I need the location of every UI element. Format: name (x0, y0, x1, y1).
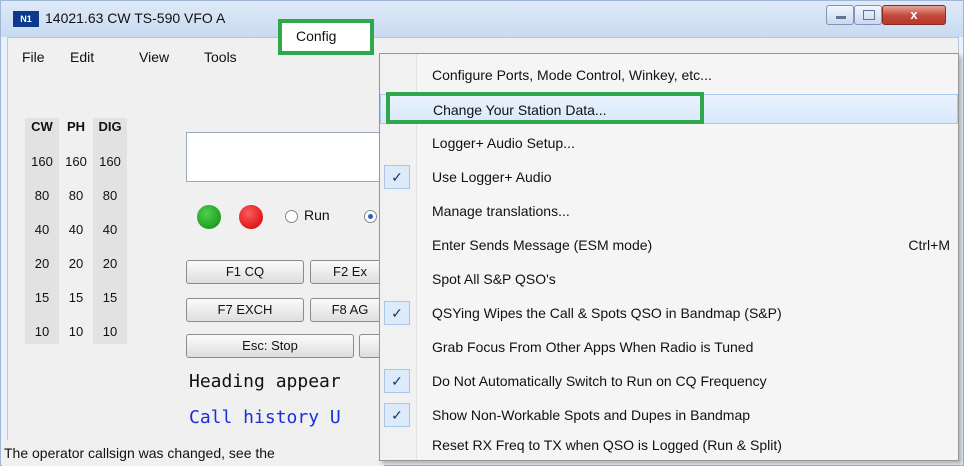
minimize-button[interactable] (826, 5, 854, 25)
menu-item-label: Change Your Station Data... (433, 102, 607, 118)
run-radio[interactable] (285, 210, 298, 223)
maximize-button[interactable] (854, 5, 882, 25)
heading-info-line: Heading appear (189, 371, 341, 392)
band-header-dig: DIG (98, 119, 122, 134)
band-cell[interactable]: 10 (59, 324, 93, 339)
config-dropdown-menu: Configure Ports, Mode Control, Winkey, e… (379, 53, 959, 461)
run-indicator-icon (197, 205, 221, 229)
menu-item-label: Configure Ports, Mode Control, Winkey, e… (432, 67, 712, 83)
checkmark-icon: ✓ (384, 165, 410, 189)
title-bar[interactable]: N1 14021.63 CW TS-590 VFO A x (1, 1, 963, 37)
f2-exch-button[interactable]: F2 Ex (310, 260, 390, 284)
menu-config-label: Config (296, 28, 337, 44)
menu-item-configure-ports[interactable]: Configure Ports, Mode Control, Winkey, e… (380, 60, 958, 90)
menu-item-change-station-data[interactable]: Change Your Station Data... (380, 94, 958, 124)
band-cell[interactable]: 80 (59, 188, 93, 203)
app-logo-icon: N1 (13, 11, 39, 27)
checkmark-icon: ✓ (384, 369, 410, 393)
band-header-ph: PH (66, 119, 86, 134)
menu-item-audio-setup[interactable]: Logger+ Audio Setup... (380, 128, 958, 158)
menu-item-use-audio[interactable]: ✓ Use Logger+ Audio (380, 162, 958, 192)
band-cell[interactable]: 10 (25, 324, 59, 339)
menu-item-label: Reset RX Freq to TX when QSO is Logged (… (432, 437, 782, 453)
esc-stop-button[interactable]: Esc: Stop (186, 334, 354, 358)
band-cell[interactable]: 40 (93, 222, 127, 237)
status-bar: The operator callsign was changed, see t… (2, 440, 384, 466)
band-cell[interactable]: 15 (93, 290, 127, 305)
band-cell[interactable]: 160 (93, 154, 127, 169)
menu-item-label: Logger+ Audio Setup... (432, 135, 575, 151)
stop-indicator-icon (239, 205, 263, 229)
menu-item-label: Do Not Automatically Switch to Run on CQ… (432, 373, 767, 389)
f1-cq-button[interactable]: F1 CQ (186, 260, 304, 284)
band-cell[interactable]: 80 (25, 188, 59, 203)
menu-file[interactable]: File (22, 49, 45, 65)
checkmark-icon: ✓ (384, 403, 410, 427)
band-cell[interactable]: 40 (59, 222, 93, 237)
band-cell[interactable]: 80 (93, 188, 127, 203)
callsign-entry[interactable] (186, 132, 382, 182)
menu-item-manage-translations[interactable]: Manage translations... (380, 196, 958, 226)
menu-item-spot-all-sp[interactable]: Spot All S&P QSO's (380, 264, 958, 294)
main-window: N1 14021.63 CW TS-590 VFO A x File Edit … (0, 0, 964, 466)
band-table: CW PH DIG 160 160 160 80 80 80 40 40 40 … (25, 118, 165, 348)
menu-item-esm-mode[interactable]: Enter Sends Message (ESM mode) Ctrl+M (380, 230, 958, 260)
menu-item-qsy-wipes-call[interactable]: ✓ QSYing Wipes the Call & Spots QSO in B… (380, 298, 958, 328)
f8-again-button[interactable]: F8 AG (310, 298, 390, 322)
menu-item-label: Manage translations... (432, 203, 570, 219)
menu-item-label: Grab Focus From Other Apps When Radio is… (432, 339, 754, 355)
menu-item-label: Enter Sends Message (ESM mode) (432, 237, 653, 253)
menu-item-shortcut: Ctrl+M (908, 237, 950, 253)
band-cell[interactable]: 160 (25, 154, 59, 169)
band-cell[interactable]: 20 (93, 256, 127, 271)
band-cell[interactable]: 15 (25, 290, 59, 305)
checkmark-icon: ✓ (384, 301, 410, 325)
band-cell[interactable]: 40 (25, 222, 59, 237)
menu-item-no-auto-run[interactable]: ✓ Do Not Automatically Switch to Run on … (380, 366, 958, 396)
window-title: 14021.63 CW TS-590 VFO A (45, 10, 226, 26)
menu-view[interactable]: View (139, 49, 169, 65)
menu-edit[interactable]: Edit (70, 49, 94, 65)
sp-radio[interactable] (364, 210, 377, 223)
menu-config[interactable]: Config (278, 19, 374, 55)
menu-tools[interactable]: Tools (204, 49, 237, 65)
menu-item-label: Show Non-Workable Spots and Dupes in Ban… (432, 407, 751, 423)
menu-item-reset-rx-freq[interactable]: Reset RX Freq to TX when QSO is Logged (… (380, 430, 958, 460)
band-cell[interactable]: 20 (59, 256, 93, 271)
band-cell[interactable]: 160 (59, 154, 93, 169)
call-history-line: Call history U (189, 407, 341, 428)
run-label: Run (304, 207, 330, 223)
menu-item-grab-focus[interactable]: Grab Focus From Other Apps When Radio is… (380, 332, 958, 362)
menu-item-show-non-workable[interactable]: ✓ Show Non-Workable Spots and Dupes in B… (380, 400, 958, 430)
f7-exch-button[interactable]: F7 EXCH (186, 298, 304, 322)
band-header-cw: CW (31, 119, 53, 134)
band-cell[interactable]: 15 (59, 290, 93, 305)
menu-item-label: Spot All S&P QSO's (432, 271, 556, 287)
menu-item-label: Use Logger+ Audio (432, 169, 552, 185)
band-cell[interactable]: 10 (93, 324, 127, 339)
menu-item-label: QSYing Wipes the Call & Spots QSO in Ban… (432, 305, 782, 321)
close-button[interactable]: x (882, 5, 946, 25)
band-cell[interactable]: 20 (25, 256, 59, 271)
